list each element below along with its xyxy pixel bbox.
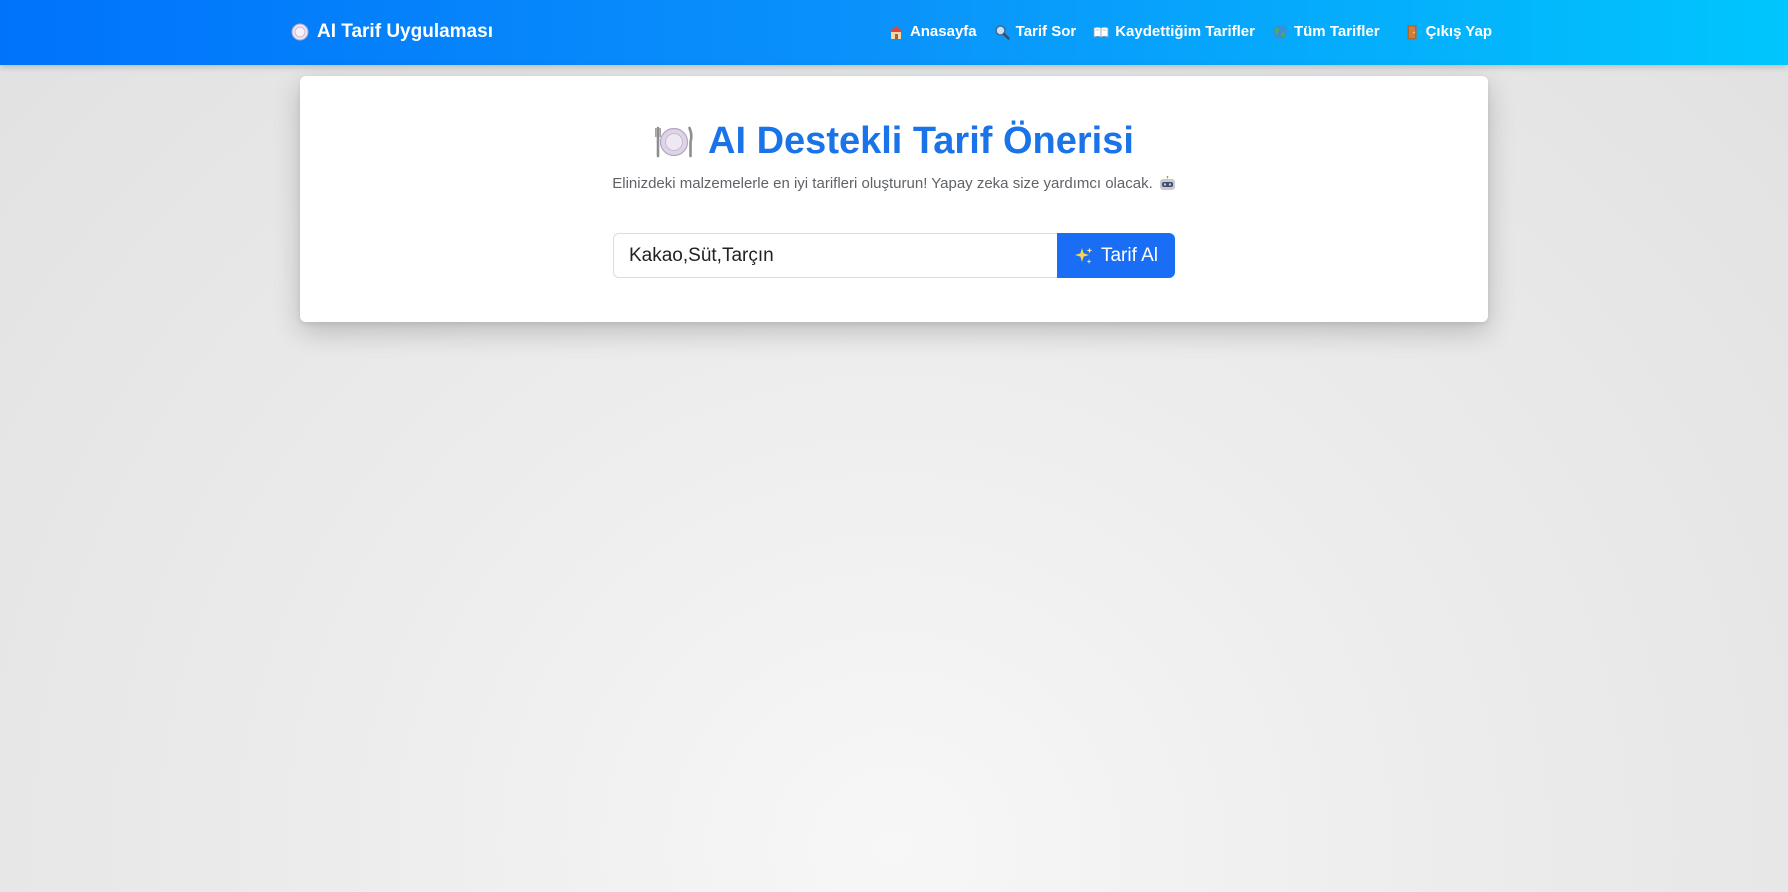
sparkles-icon xyxy=(1074,247,1093,264)
page-subtitle-text: Elinizdeki malzemelerle en iyi tarifleri… xyxy=(612,175,1153,192)
page-title-text: AI Destekli Tarif Önerisi xyxy=(708,120,1134,162)
brand-label: AI Tarif Uygulaması xyxy=(317,21,493,42)
recipe-form: Tarif Al xyxy=(613,233,1175,278)
navbar: AI Tarif Uygulaması Anasayfa Tarif Sor K… xyxy=(0,0,1788,65)
magnifier-icon xyxy=(994,24,1010,40)
nav-link-label: Anasayfa xyxy=(909,23,977,40)
brand-link[interactable]: AI Tarif Uygulaması xyxy=(291,21,493,43)
get-recipe-button[interactable]: Tarif Al xyxy=(1057,233,1175,278)
nav-link-logout[interactable]: Çıkış Yap xyxy=(1404,23,1492,40)
nav-links: Anasayfa Tarif Sor Kaydettiğim Tarifler xyxy=(871,23,1492,40)
nav-link-label: Tarif Sor xyxy=(1015,23,1077,40)
nav-link-label: Çıkış Yap xyxy=(1425,23,1492,40)
nav-link-label: Tüm Tarifler xyxy=(1293,23,1380,40)
house-icon xyxy=(888,25,903,39)
recipe-card: AI Destekli Tarif Önerisi Elinizdeki mal… xyxy=(300,76,1488,322)
nav-link-saved-recipes[interactable]: Kaydettiğim Tarifler xyxy=(1093,23,1255,40)
get-recipe-button-label: Tarif Al xyxy=(1100,244,1159,266)
nav-link-ask-recipe[interactable]: Tarif Sor xyxy=(994,23,1077,40)
ingredients-input[interactable] xyxy=(613,233,1057,278)
plate-icon xyxy=(291,23,309,41)
plate-fork-knife-icon xyxy=(655,126,693,157)
door-icon xyxy=(1407,24,1417,39)
globe-icon xyxy=(1272,24,1287,39)
page-subtitle: Elinizdeki malzemelerle en iyi tarifleri… xyxy=(300,175,1488,192)
nav-link-home[interactable]: Anasayfa xyxy=(888,23,977,40)
nav-link-all-recipes[interactable]: Tüm Tarifler xyxy=(1272,23,1380,40)
page-title: AI Destekli Tarif Önerisi xyxy=(300,120,1488,163)
nav-link-label: Kaydettiğim Tarifler xyxy=(1115,23,1255,40)
open-book-icon xyxy=(1093,26,1109,38)
robot-icon xyxy=(1159,176,1175,190)
